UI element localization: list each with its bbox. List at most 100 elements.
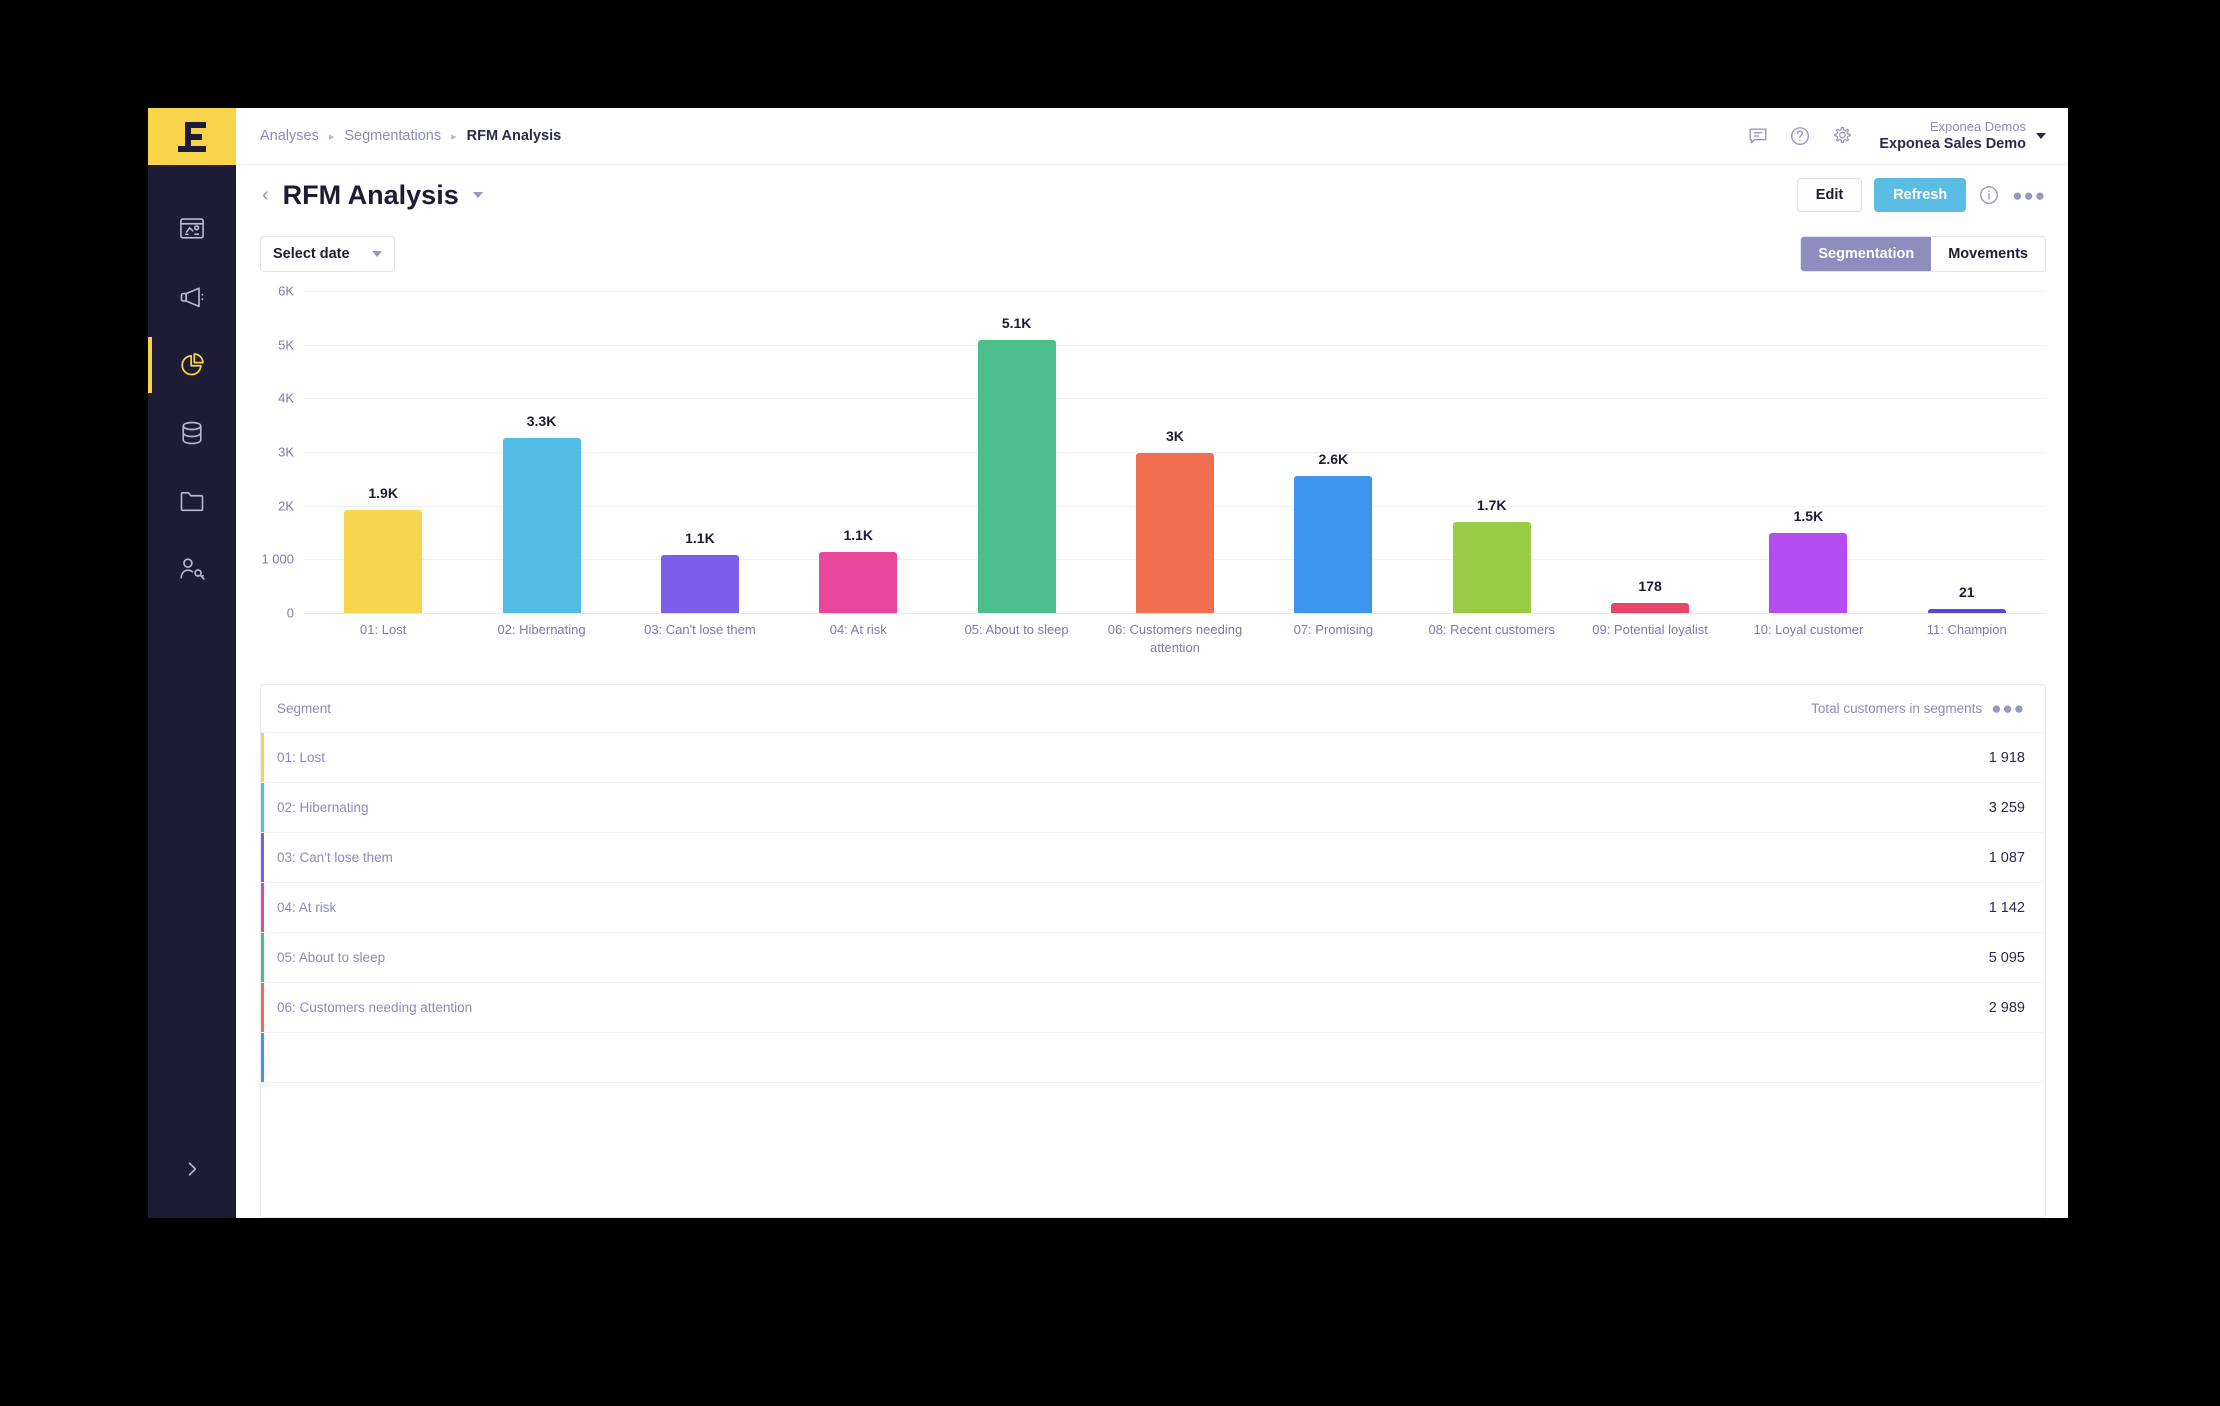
chart-bar[interactable] [1927,609,2006,613]
cell-segment-name: 04: At risk [277,900,337,916]
tab-movements[interactable]: Movements [1931,237,2045,271]
table-row[interactable]: 06: Customers needing attention 2 989 [261,983,2045,1034]
select-date-dropdown[interactable]: Select date [260,236,395,272]
chart-bar[interactable] [502,438,581,613]
breadcrumb-separator: ▸ [451,130,457,143]
sidebar [148,108,236,1218]
chart-bar-value-label: 3.3K [526,413,557,430]
chart-bar[interactable] [1611,603,1690,613]
cell-segment-name: 01: Lost [277,750,326,766]
chart-y-axis-label: 4K [278,390,294,406]
chart-bar-column: 3.3K [462,291,620,613]
chart-y-axis-label: 5K [278,337,294,353]
row-color-accent [261,833,264,883]
account-switcher[interactable]: Exponea Demos Exponea Sales Demo [1879,119,2046,153]
edit-button[interactable]: Edit [1796,178,1863,212]
segments-table: Segment Total customers in segments ●●● … [260,684,2046,1218]
title-dropdown-icon[interactable] [472,192,483,198]
chart-bar[interactable] [660,554,739,613]
user-key-icon [178,555,206,583]
breadcrumb-item-segmentations[interactable]: Segmentations [344,128,441,144]
chart-y-axis-label: 1 000 [261,551,294,567]
chart-x-axis-label: 11: Champion [1926,622,2007,637]
chart-bar-column: 1.1K [621,291,779,613]
chart-x-axis-label: 04: At risk [829,622,887,637]
chart-x-axis-label: 01: Lost [360,622,407,637]
tab-segmentation[interactable]: Segmentation [1801,237,1932,271]
row-color-accent [261,1033,264,1083]
help-icon[interactable] [1789,125,1811,147]
info-icon[interactable] [1978,184,2000,206]
table-row[interactable]: 05: About to sleep 5 095 [261,933,2045,984]
table-row[interactable]: 03: Can't lose them 1 087 [261,833,2045,884]
column-header-total: Total customers in segments ●●● [1811,700,2045,717]
chart-bar[interactable] [1452,522,1531,613]
cell-segment-name: 06: Customers needing attention [277,1000,473,1016]
chart-x-axis-label: 05: About to sleep [964,622,1069,637]
chart-bar[interactable] [344,510,423,613]
sidebar-item-customers[interactable] [148,535,236,603]
table-row[interactable] [261,1033,2045,1084]
row-color-accent [261,883,264,933]
cell-segment-name: 02: Hibernating [277,800,369,816]
sidebar-item-data[interactable] [148,399,236,467]
dashboard-icon [178,215,206,243]
chart-y-axis-label: 3K [278,444,294,460]
chart-bar-value-label: 1.5K [1793,507,1824,524]
view-mode-tabs: Segmentation Movements [1800,236,2046,272]
account-project: Exponea Sales Demo [1879,136,2026,153]
gear-icon[interactable] [1831,125,1853,147]
chart-x-axis-label: 08: Recent customers [1428,622,1555,637]
sidebar-item-campaigns[interactable] [148,263,236,331]
cell-total-customers: 1 087 [1988,849,2025,866]
cell-total-customers: 1 142 [1988,899,2025,916]
column-options-button[interactable]: ●●● [1991,700,2025,717]
table-header-row: Segment Total customers in segments ●●● [261,685,2045,734]
account-organization: Exponea Demos [1929,118,2026,134]
column-header-total-label[interactable]: Total customers in segments [1811,701,1982,716]
topbar-actions: Exponea Demos Exponea Sales Demo [1747,119,2046,153]
sidebar-item-dashboards[interactable] [148,195,236,263]
sidebar-item-assets[interactable] [148,467,236,535]
exponea-logo[interactable] [148,108,236,165]
main-content: Analyses ▸ Segmentations ▸ RFM Analysis [236,108,2068,1218]
feedback-icon[interactable] [1747,125,1769,147]
table-row[interactable]: 04: At risk 1 142 [261,883,2045,934]
breadcrumb-item-current: RFM Analysis [466,128,562,144]
chart-bar[interactable] [977,339,1056,613]
row-color-accent [261,733,264,783]
chart-bar[interactable] [819,551,898,613]
back-button[interactable]: ‹ [260,184,283,207]
account-labels: Exponea Demos Exponea Sales Demo [1879,119,2026,153]
cell-total-customers: 1 918 [1988,749,2025,766]
page-title: RFM Analysis [282,179,459,210]
chart-bar-column: 2.6K [1254,291,1412,613]
chart-x-axis-label: 09: Potential loyalist [1592,622,1708,637]
chart-bar-column: 21 [1888,291,2046,613]
sidebar-expand-button[interactable] [148,1146,236,1196]
chart-y-axis-label: 2K [278,498,294,514]
chart-bar[interactable] [1294,475,1373,613]
chart-bar[interactable] [1769,532,1848,613]
more-options-button[interactable]: ●●● [2012,187,2046,204]
chart-toolbar: Select date Segmentation Movements [236,225,2068,283]
table-row[interactable]: 02: Hibernating 3 259 [261,783,2045,834]
chart-x-axis-label: 02: Hibernating [497,622,586,637]
chart-y-axis-label: 6K [278,283,294,299]
cell-segment-name: 03: Can't lose them [277,850,393,866]
chart-x-axis-label: 10: Loyal customer [1753,622,1864,637]
sidebar-nav [148,165,236,603]
chart-gridline [304,613,2046,614]
pie-chart-icon [178,351,206,379]
chart-bar[interactable] [1135,452,1214,613]
table-row[interactable]: 01: Lost 1 918 [261,733,2045,784]
breadcrumb-item-analyses[interactable]: Analyses [260,128,319,144]
chart-bar-value-label: 21 [1958,584,1975,600]
page-header: ‹ RFM Analysis Edit Refresh ●●● [236,165,2068,225]
chart-bar-column: 1.1K [779,291,937,613]
refresh-button[interactable]: Refresh [1874,178,1967,212]
column-header-segment[interactable]: Segment [261,701,1811,716]
sidebar-item-analyses[interactable] [148,331,236,399]
chart-x-axis-labels: 01: Lost 02: Hibernating 03: Can't lose th… [304,613,2046,656]
select-date-label: Select date [273,246,350,262]
